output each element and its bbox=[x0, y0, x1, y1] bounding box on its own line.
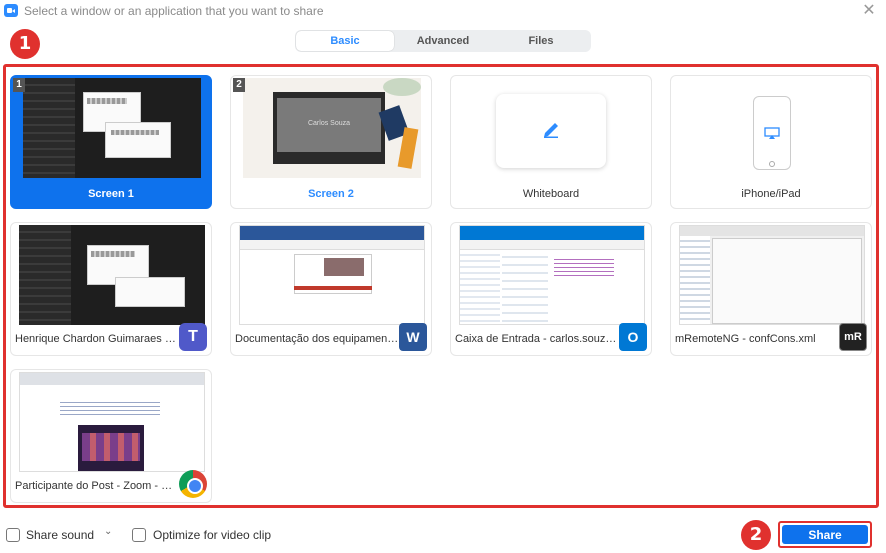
step-badge-1: 1 bbox=[10, 29, 40, 59]
share-tabs: Basic Advanced Files bbox=[295, 30, 591, 52]
outlook-window-thumbnail bbox=[459, 225, 645, 325]
word-icon bbox=[399, 323, 427, 351]
screen-1-thumbnail bbox=[23, 78, 201, 178]
mremoteng-icon bbox=[839, 323, 867, 351]
chrome-window-thumbnail bbox=[19, 372, 205, 472]
close-button[interactable]: ✕ bbox=[860, 2, 878, 20]
share-card-teams-window[interactable]: Henrique Chardon Guimaraes C... bbox=[10, 222, 212, 356]
card-label: Screen 2 bbox=[308, 188, 354, 200]
share-card-screen-2[interactable]: Carlos Souza 2 Screen 2 bbox=[230, 75, 432, 209]
share-button[interactable]: Share bbox=[782, 525, 868, 544]
share-card-mremoteng-window[interactable]: mRemoteNG - confCons.xml bbox=[670, 222, 872, 356]
whiteboard-preview bbox=[496, 94, 606, 168]
screen-number-badge: 1 bbox=[13, 78, 25, 92]
title-bar: Select a window or an application that y… bbox=[0, 0, 886, 24]
card-label: iPhone/iPad bbox=[741, 188, 801, 200]
screen-number-badge: 2 bbox=[233, 78, 245, 92]
screen-2-thumbnail: Carlos Souza bbox=[243, 78, 421, 178]
tab-advanced[interactable]: Advanced bbox=[394, 31, 492, 51]
home-button-icon bbox=[769, 161, 775, 167]
share-card-iphone-ipad[interactable]: iPhone/iPad bbox=[670, 75, 872, 209]
card-label: Henrique Chardon Guimaraes C... bbox=[15, 333, 179, 345]
share-card-whiteboard[interactable]: Whiteboard bbox=[450, 75, 652, 209]
share-card-screen-1[interactable]: 1 Screen 1 bbox=[10, 75, 212, 209]
card-label: Participante do Post - Zoom - Go... bbox=[15, 480, 179, 492]
step-badge-2: 2 bbox=[741, 520, 771, 550]
share-button-highlight: Share bbox=[778, 521, 872, 548]
mremoteng-window-thumbnail bbox=[679, 225, 865, 325]
optimize-video-label: Optimize for video clip bbox=[153, 528, 272, 542]
phone-preview bbox=[753, 96, 791, 170]
chevron-down-icon[interactable]: ⌄ bbox=[104, 526, 112, 537]
card-label: mRemoteNG - confCons.xml bbox=[675, 333, 816, 345]
share-card-outlook-window[interactable]: Caixa de Entrada - carlos.souza@... bbox=[450, 222, 652, 356]
chrome-icon bbox=[179, 470, 207, 498]
outlook-icon bbox=[619, 323, 647, 351]
optimize-video-checkbox[interactable] bbox=[132, 528, 146, 542]
airplay-icon bbox=[764, 127, 780, 139]
share-sound-label: Share sound bbox=[26, 528, 95, 542]
card-label: Whiteboard bbox=[522, 188, 580, 200]
tab-basic[interactable]: Basic bbox=[296, 31, 394, 51]
share-sound-checkbox[interactable] bbox=[6, 528, 20, 542]
card-label: Caixa de Entrada - carlos.souza@... bbox=[455, 333, 619, 345]
window-title: Select a window or an application that y… bbox=[24, 4, 324, 18]
tab-files[interactable]: Files bbox=[492, 31, 590, 51]
share-card-word-window[interactable]: Documentação dos equipament... bbox=[230, 222, 432, 356]
card-label: Documentação dos equipament... bbox=[235, 333, 399, 345]
teams-icon bbox=[179, 323, 207, 351]
word-window-thumbnail bbox=[239, 225, 425, 325]
teams-window-thumbnail bbox=[19, 225, 205, 325]
card-label: Screen 1 bbox=[88, 188, 134, 200]
share-card-chrome-window[interactable]: Participante do Post - Zoom - Go... bbox=[10, 369, 212, 503]
zoom-icon bbox=[4, 4, 18, 17]
pencil-icon bbox=[544, 123, 558, 138]
